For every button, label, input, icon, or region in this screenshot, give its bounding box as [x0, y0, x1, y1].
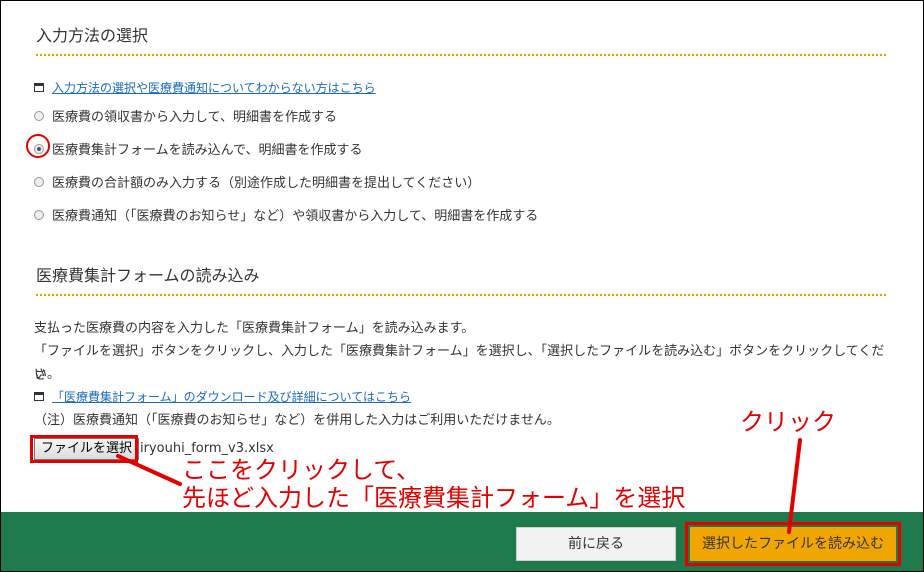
arrow-to-file-button	[116, 454, 182, 486]
annotation-instruction-2: 先ほど入力した「医療費集計フォーム」を選択	[182, 484, 686, 512]
annotation-click: クリック	[740, 408, 836, 436]
arrow-to-load-button	[787, 438, 802, 534]
annotation-instruction-1: ここをクリックして、	[182, 456, 421, 484]
